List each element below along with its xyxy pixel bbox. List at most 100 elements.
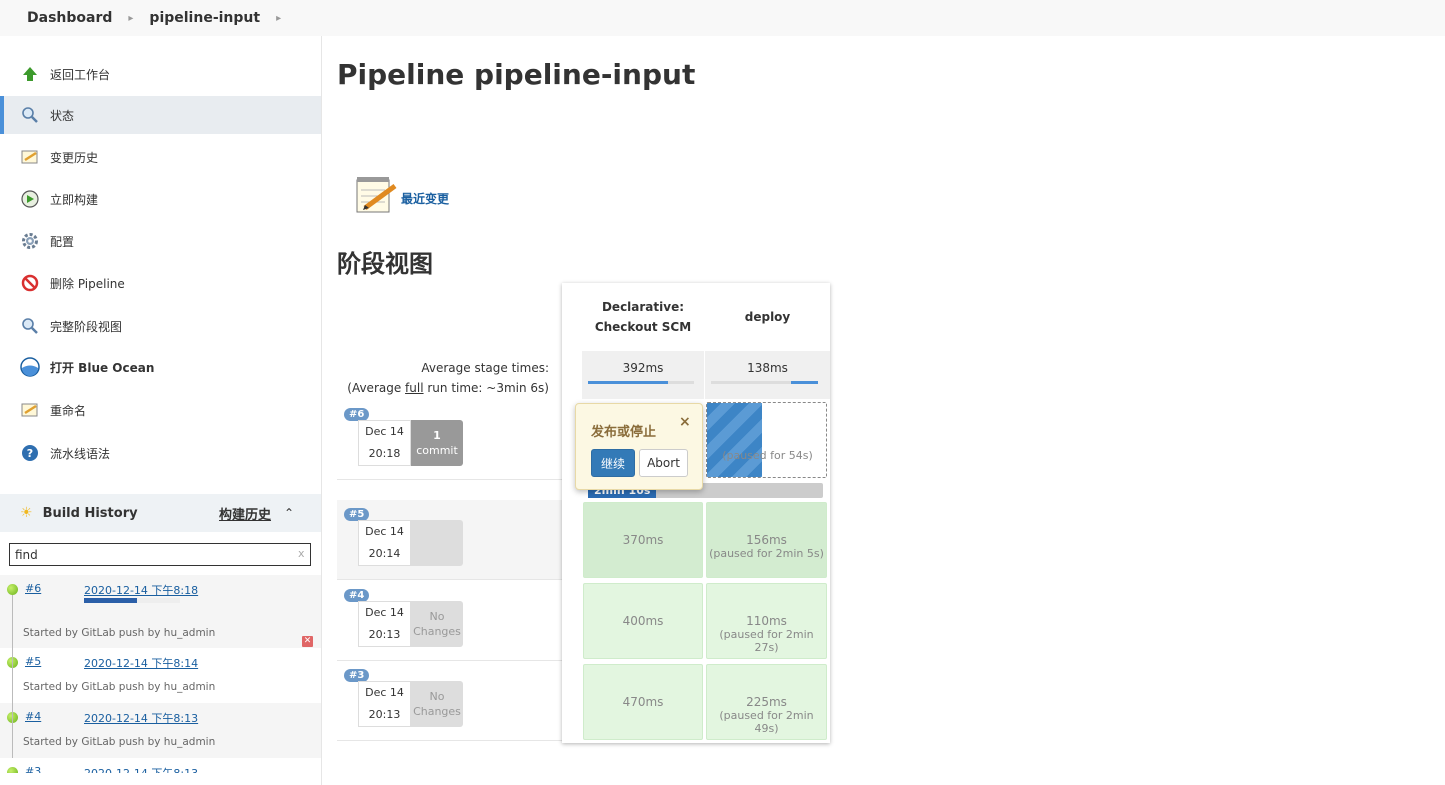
- avg-full-prefix: (Average: [347, 381, 406, 395]
- up-arrow-icon: [20, 64, 40, 84]
- sidebar-item-label: 配置: [50, 234, 75, 249]
- sidebar-item-blue-ocean[interactable]: 打开 Blue Ocean: [0, 348, 321, 386]
- build-number-link[interactable]: #4: [25, 710, 41, 723]
- gear-icon: [20, 231, 40, 251]
- stage-cell-success[interactable]: 156ms (paused for 2min 5s): [706, 502, 827, 578]
- stage-duration: 370ms: [622, 533, 664, 547]
- run-time: 20:14: [368, 547, 401, 560]
- chevron-right-icon[interactable]: ▸: [276, 13, 281, 24]
- avg-full-run-time: (Average full run time: ~3min 6s): [337, 378, 549, 398]
- no-entry-icon: [20, 273, 40, 293]
- sidebar-item-back-to-dashboard[interactable]: 返回工作台: [0, 55, 321, 93]
- notepad-icon: [20, 400, 40, 420]
- clear-search-icon[interactable]: x: [298, 547, 305, 560]
- build-date-link[interactable]: 2020-12-14 下午8:13: [84, 765, 198, 773]
- chevron-right-icon[interactable]: ▸: [128, 13, 133, 24]
- chevron-up-icon[interactable]: ⌃: [284, 506, 294, 520]
- close-icon[interactable]: ×: [679, 414, 691, 430]
- changes-count: No: [429, 610, 445, 623]
- paused-duration: (paused for 54s): [722, 449, 813, 462]
- build-history-search-input[interactable]: [9, 543, 311, 566]
- build-date-link[interactable]: 2020-12-14 下午8:13: [84, 710, 198, 726]
- input-step-popover: 发布或停止 × 继续 Abort: [575, 403, 703, 490]
- sidebar-item-pipeline-syntax[interactable]: ? 流水线语法: [0, 434, 321, 472]
- stage-cell-success[interactable]: 225ms (paused for 2min 49s): [706, 664, 827, 740]
- breadcrumb: Dashboard ▸ pipeline-input ▸: [0, 0, 1445, 36]
- run-row: #5 Dec 14 20:14: [337, 500, 562, 580]
- run-changes[interactable]: No Changes: [411, 601, 463, 647]
- breadcrumb-pipeline[interactable]: pipeline-input: [149, 10, 260, 26]
- sidebar-item-label: 完整阶段视图: [50, 319, 123, 334]
- help-icon: ?: [20, 443, 40, 463]
- build-date-link[interactable]: 2020-12-14 下午8:14: [84, 655, 198, 671]
- run-month-day: Dec 14: [365, 686, 404, 699]
- proceed-button[interactable]: 继续: [591, 449, 635, 477]
- build-number-link[interactable]: #3: [25, 765, 41, 773]
- build-history-title: Build History: [42, 505, 138, 521]
- sidebar-item-label: 打开 Blue Ocean: [50, 360, 155, 375]
- build-date-link[interactable]: 2020-12-14 下午8:18: [84, 582, 198, 598]
- svg-text:?: ?: [27, 447, 33, 460]
- recent-changes[interactable]: 最近变更: [355, 174, 449, 217]
- stage-avg-value: 138ms: [747, 361, 788, 375]
- stage-avg-deploy: 138ms: [705, 351, 830, 399]
- run-time: 20:13: [368, 708, 401, 721]
- sidebar-item-changes[interactable]: 变更历史: [0, 138, 321, 176]
- timeline-line: [12, 703, 13, 758]
- changes-label: Changes: [413, 625, 461, 638]
- breadcrumb-dashboard[interactable]: Dashboard: [27, 10, 112, 26]
- build-number-link[interactable]: #5: [25, 655, 41, 668]
- run-row: #3 Dec 14 20:13 No Changes: [337, 661, 562, 741]
- paused-duration: (paused for 2min 49s): [719, 709, 814, 735]
- build-history-trend-link[interactable]: 构建历史: [219, 504, 271, 523]
- sidebar-item-label: 状态: [50, 108, 75, 123]
- recent-changes-link[interactable]: 最近变更: [401, 190, 449, 207]
- abort-button[interactable]: Abort: [639, 449, 688, 477]
- stage-avg-value: 392ms: [622, 361, 664, 375]
- stage-cell-deploy-paused[interactable]: (paused for 54s): [706, 402, 827, 478]
- page-title: Pipeline pipeline-input: [337, 58, 696, 91]
- sidebar-item-rename[interactable]: 重命名: [0, 391, 321, 429]
- run-changes[interactable]: 1 commit: [411, 420, 463, 466]
- stage-duration: 400ms: [622, 614, 664, 628]
- paused-duration: (paused for 2min 5s): [709, 547, 824, 560]
- build-icon: [20, 189, 40, 209]
- run-time: 20:18: [368, 447, 401, 460]
- timeline-line: [12, 595, 13, 648]
- stage-avg-checkout-scm: 392ms: [582, 351, 704, 399]
- sidebar-item-configure[interactable]: 配置: [0, 222, 321, 260]
- run-date: Dec 14 20:13: [358, 601, 411, 647]
- run-row: #4 Dec 14 20:13 No Changes: [337, 581, 562, 661]
- stage-duration: 156ms: [746, 533, 787, 547]
- stage-cell-success[interactable]: 400ms: [583, 583, 703, 659]
- stage-header-deploy: deploy: [744, 310, 791, 324]
- avg-full-link[interactable]: full: [405, 381, 424, 395]
- stage-cell-success[interactable]: 370ms: [583, 502, 703, 578]
- abort-build-icon[interactable]: ✕: [302, 636, 313, 647]
- stage-cell-success[interactable]: 110ms (paused for 2min 27s): [706, 583, 827, 659]
- stage-avg-bar: [588, 381, 694, 384]
- build-number-link[interactable]: #6: [25, 582, 41, 595]
- changes-label: commit: [416, 444, 458, 457]
- run-date: Dec 14 20:14: [358, 520, 411, 566]
- sidebar-item-label: 重命名: [50, 403, 87, 418]
- build-row: #3 2020-12-14 下午8:13: [0, 758, 321, 773]
- sidebar-item-delete-pipeline[interactable]: 删除 Pipeline: [0, 264, 321, 302]
- changes-count: No: [429, 690, 445, 703]
- notepad-icon: [20, 147, 40, 167]
- sidebar-item-full-stage-view[interactable]: 完整阶段视图: [0, 307, 321, 345]
- popover-title: 发布或停止: [591, 425, 657, 440]
- stage-duration: 225ms: [746, 695, 787, 709]
- sidebar-item-build-now[interactable]: 立即构建: [0, 180, 321, 218]
- sidebar-item-label: 流水线语法: [50, 446, 111, 461]
- build-progress-bar: [84, 598, 180, 603]
- stage-cell-success[interactable]: 470ms: [583, 664, 703, 740]
- changes-count: 1: [433, 429, 441, 442]
- run-changes[interactable]: [411, 520, 463, 566]
- average-stage-times: Average stage times: (Average full run t…: [337, 358, 549, 398]
- run-changes[interactable]: No Changes: [411, 681, 463, 727]
- avg-label: Average stage times:: [421, 361, 549, 375]
- success-ball-icon: [7, 584, 18, 595]
- sidebar-item-label: 立即构建: [50, 192, 99, 207]
- sidebar-item-status[interactable]: 状态: [0, 96, 321, 134]
